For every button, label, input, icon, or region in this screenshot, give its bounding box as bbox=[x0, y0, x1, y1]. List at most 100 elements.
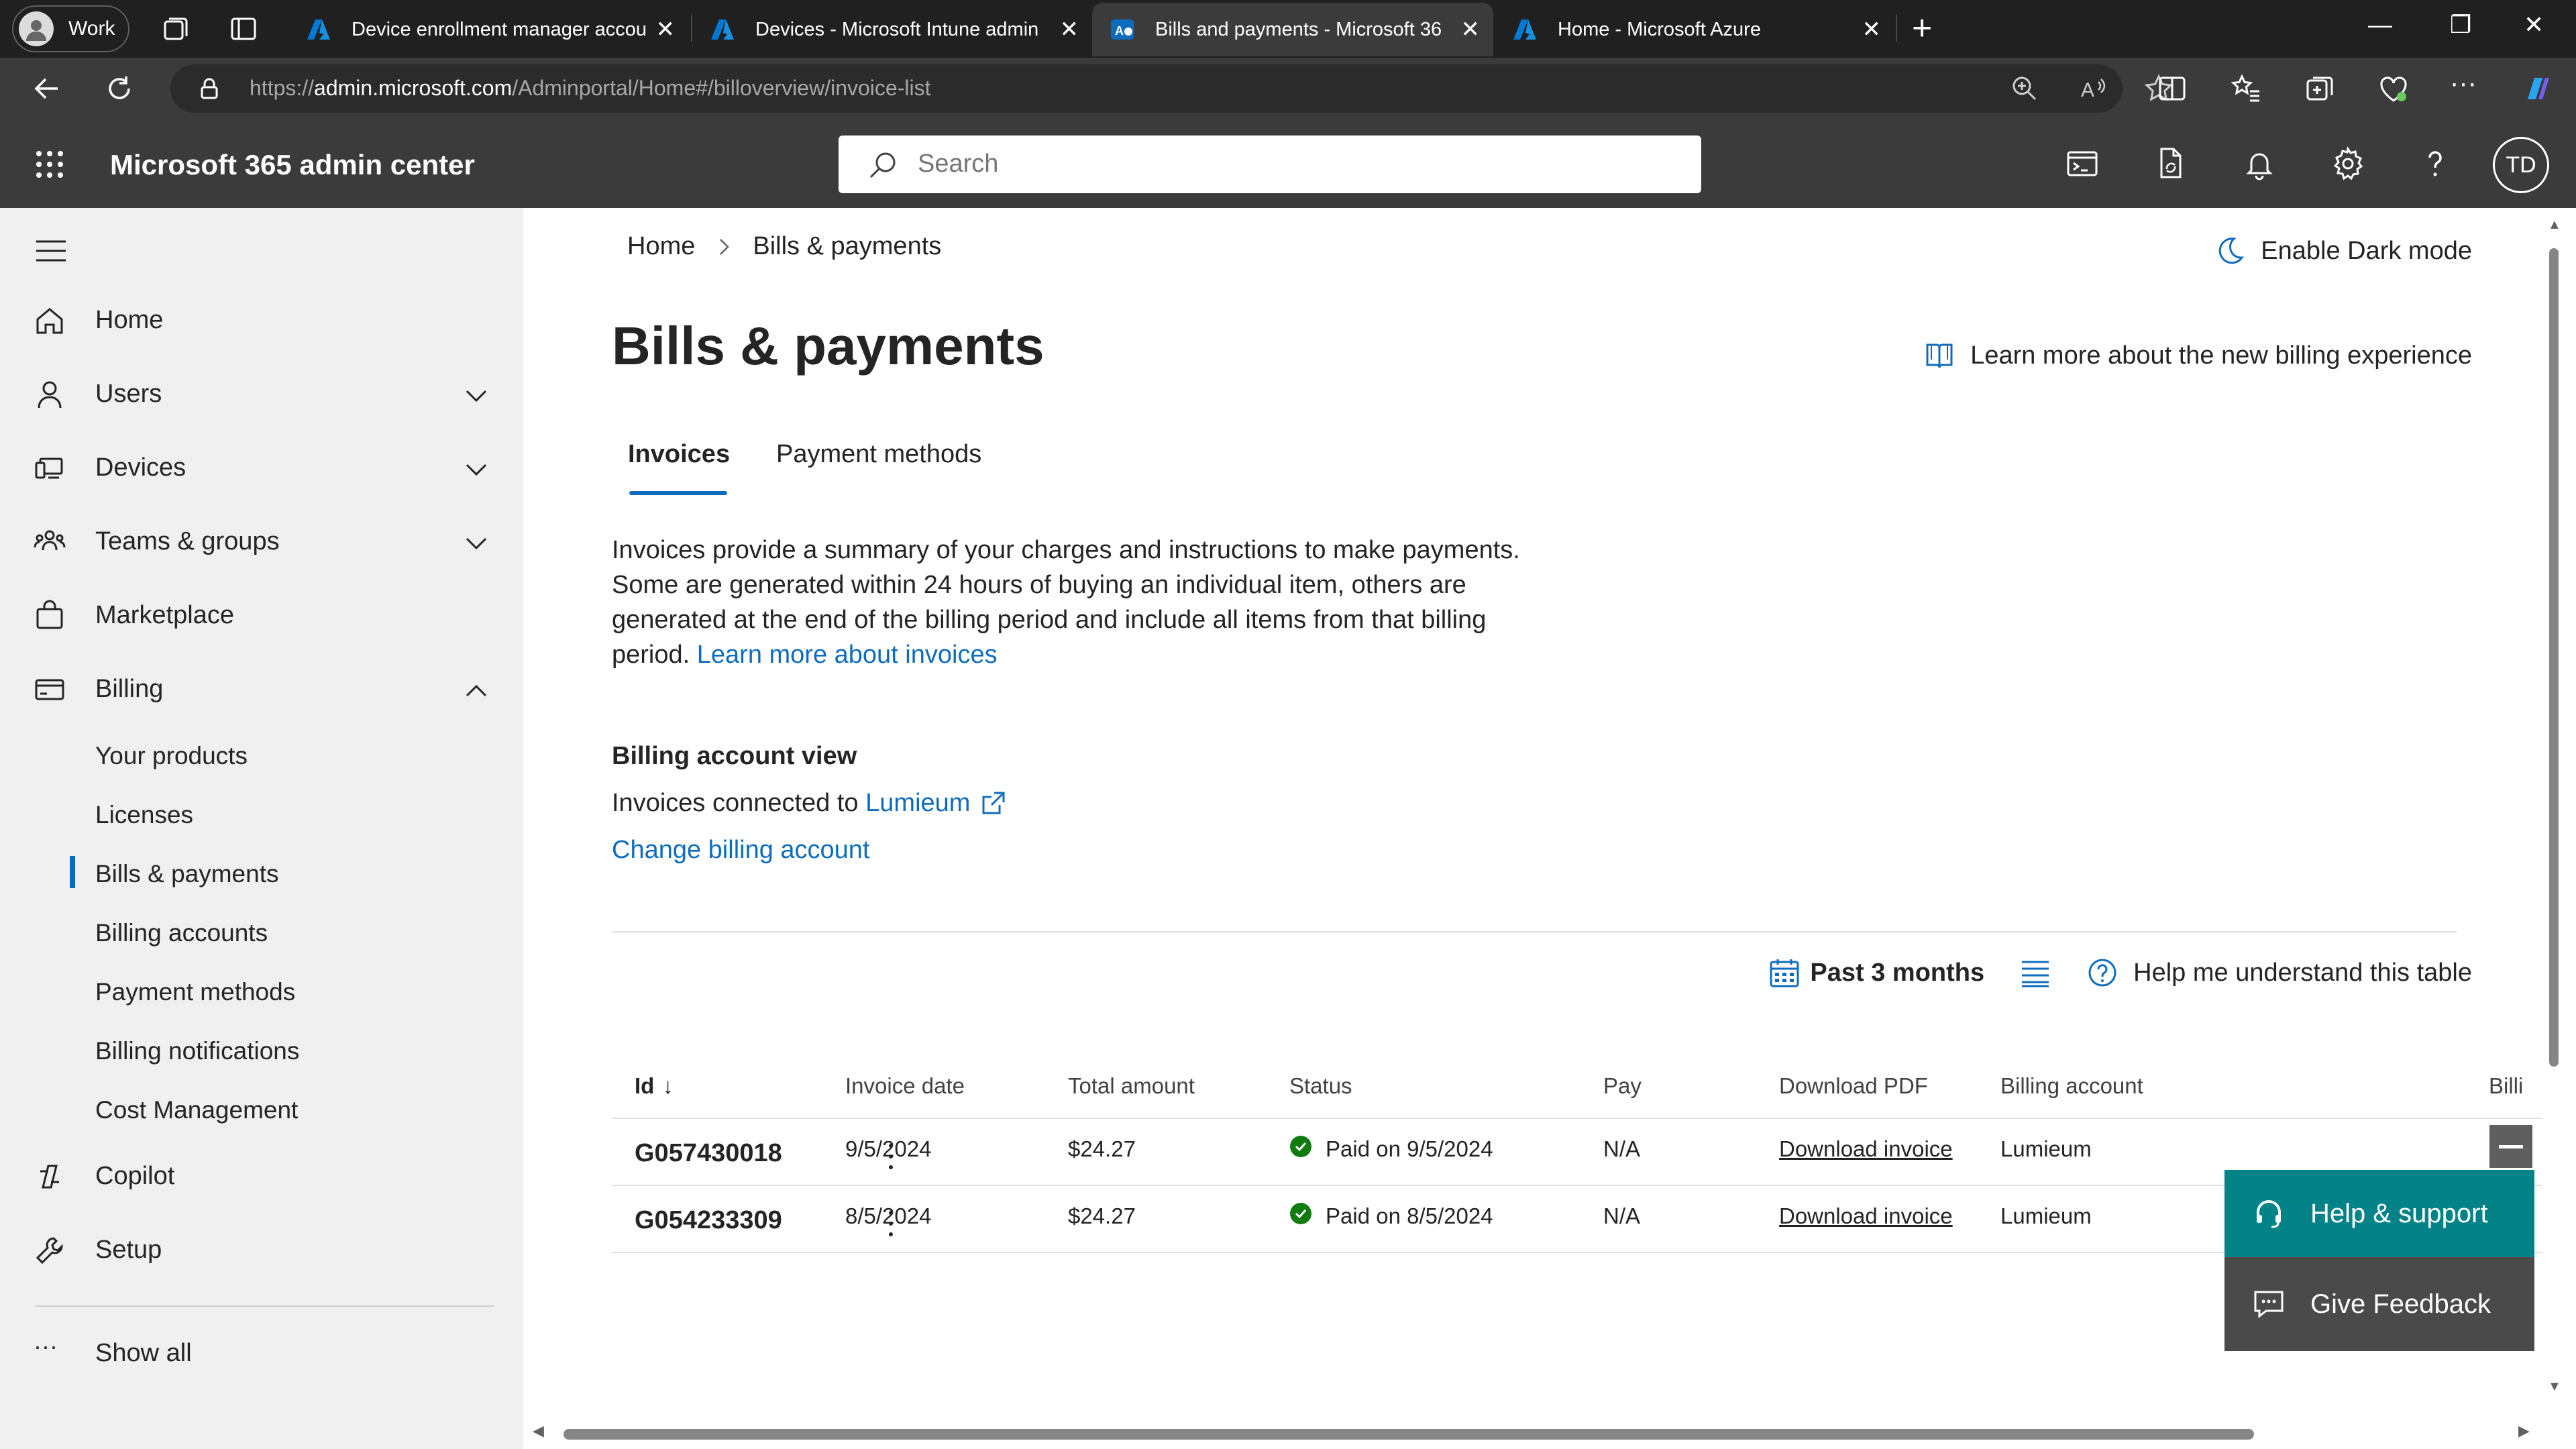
scroll-up-arrow-icon[interactable]: ▲ bbox=[2548, 217, 2561, 233]
nav-item-billing[interactable]: Billing bbox=[0, 663, 523, 716]
nav-sub-bills-payments[interactable]: Bills & payments bbox=[0, 851, 523, 898]
url-field[interactable]: https://admin.microsoft.com/Adminportal/… bbox=[170, 64, 2174, 113]
nav-sub-billing-accounts[interactable]: Billing accounts bbox=[0, 910, 523, 957]
notifications-bell-icon[interactable] bbox=[2242, 146, 2277, 181]
invoice-date: 8/5/2024 bbox=[845, 1203, 932, 1228]
nav-sub-billing-notifications[interactable]: Billing notifications bbox=[0, 1028, 523, 1075]
browser-tab-4[interactable]: Home - Microsoft Azure ✕ bbox=[1495, 3, 1894, 56]
back-icon[interactable] bbox=[30, 71, 64, 106]
vertical-scroll-thumb[interactable] bbox=[2549, 248, 2559, 1067]
breadcrumb-home[interactable]: Home bbox=[627, 232, 695, 261]
settings-gear-icon[interactable] bbox=[2330, 146, 2365, 181]
profile-button[interactable]: Work bbox=[12, 5, 129, 52]
download-invoice-link[interactable]: Download invoice bbox=[1779, 1136, 1953, 1162]
horizontal-scrollbar[interactable]: ◀ ▶ bbox=[523, 1415, 2542, 1449]
chevron-down-icon[interactable] bbox=[463, 530, 490, 557]
nav-item-users[interactable]: Users bbox=[0, 368, 523, 421]
workspaces-icon[interactable] bbox=[160, 13, 191, 44]
scroll-left-arrow-icon[interactable]: ◀ bbox=[533, 1422, 544, 1440]
help-minimize-button[interactable] bbox=[2487, 1123, 2534, 1170]
close-tab-icon[interactable]: ✕ bbox=[1461, 17, 1481, 42]
nav-item-home[interactable]: Home bbox=[0, 294, 523, 347]
nav-item-devices[interactable]: Devices bbox=[0, 441, 523, 495]
terminal-icon[interactable] bbox=[2065, 146, 2100, 181]
nav-sub-cost-management[interactable]: Cost Management bbox=[0, 1087, 523, 1134]
tab-invoices[interactable]: Invoices bbox=[628, 440, 730, 469]
learn-new-billing-link[interactable]: Learn more about the new billing experie… bbox=[1923, 339, 2472, 372]
external-link-icon[interactable] bbox=[979, 790, 1006, 817]
col-header-status[interactable]: Status bbox=[1289, 1073, 1352, 1099]
split-screen-icon[interactable] bbox=[2156, 72, 2188, 105]
col-header-invoice-date[interactable]: Invoice date bbox=[845, 1073, 965, 1099]
col-header-total-amount[interactable]: Total amount bbox=[1068, 1073, 1195, 1099]
more-options-icon[interactable]: ··· bbox=[2450, 68, 2482, 101]
restore-button[interactable]: ❐ bbox=[2450, 11, 2471, 39]
hamburger-menu-icon[interactable] bbox=[35, 237, 67, 264]
tab-payment-methods[interactable]: Payment methods bbox=[776, 440, 981, 469]
nav-show-all[interactable]: ··· Show all bbox=[0, 1327, 523, 1381]
download-invoice-link[interactable]: Download invoice bbox=[1779, 1203, 1953, 1229]
close-tab-icon[interactable]: ✕ bbox=[1862, 17, 1882, 42]
invoice-pay: N/A bbox=[1603, 1136, 1641, 1161]
copilot-icon bbox=[40, 1165, 59, 1189]
minimize-button[interactable]: — bbox=[2368, 11, 2392, 39]
nav-sub-payment-methods[interactable]: Payment methods bbox=[0, 969, 523, 1016]
lock-icon[interactable] bbox=[197, 76, 221, 101]
app-title[interactable]: Microsoft 365 admin center bbox=[110, 149, 475, 181]
billing-account-link[interactable]: Lumieum bbox=[865, 789, 970, 818]
invoice-id[interactable]: G054233309 bbox=[635, 1206, 782, 1235]
close-tab-icon[interactable]: ✕ bbox=[1060, 17, 1079, 42]
tab-actions-icon[interactable] bbox=[228, 13, 259, 44]
nav-item-teams-groups[interactable]: Teams & groups bbox=[0, 515, 523, 569]
browser-tab-1[interactable]: Device enrollment manager accou ✕ bbox=[288, 3, 688, 56]
help-support-button[interactable]: Help & support bbox=[2224, 1170, 2534, 1257]
help-understand-table[interactable]: Help me understand this table bbox=[2086, 957, 2472, 989]
change-billing-account-link[interactable]: Change billing account bbox=[612, 836, 870, 865]
col-header-billing-truncated[interactable]: Billi bbox=[2489, 1073, 2523, 1099]
invoice-amount: $24.27 bbox=[1068, 1136, 1136, 1161]
invoice-id[interactable]: G057430018 bbox=[635, 1139, 782, 1168]
browser-essentials-icon[interactable] bbox=[2377, 72, 2410, 105]
zoom-icon[interactable] bbox=[2008, 72, 2041, 105]
copilot-browser-icon[interactable] bbox=[2521, 72, 2553, 105]
new-tab-button[interactable]: + bbox=[1912, 11, 1932, 46]
chevron-up-icon[interactable] bbox=[463, 678, 490, 704]
help-question-icon[interactable] bbox=[2418, 146, 2453, 181]
nav-sub-your-products[interactable]: Your products bbox=[0, 733, 523, 780]
close-tab-icon[interactable]: ✕ bbox=[656, 17, 676, 42]
search-input[interactable] bbox=[918, 145, 1656, 182]
favorites-icon[interactable] bbox=[2230, 72, 2262, 105]
learn-more-invoices-link[interactable]: Learn more about invoices bbox=[697, 641, 998, 669]
app-launcher-icon[interactable] bbox=[35, 150, 64, 179]
horizontal-scroll-thumb[interactable] bbox=[564, 1429, 2254, 1440]
user-avatar[interactable]: TD bbox=[2493, 137, 2549, 193]
dark-mode-toggle[interactable]: Enable Dark mode bbox=[2214, 235, 2472, 267]
close-window-button[interactable]: ✕ bbox=[2524, 11, 2544, 39]
selected-tab-indicator bbox=[629, 491, 727, 495]
col-header-id[interactable]: Id ↓ bbox=[635, 1073, 674, 1099]
vertical-scrollbar[interactable]: ▲ ▼ bbox=[2542, 208, 2576, 1449]
chevron-down-icon[interactable] bbox=[463, 456, 490, 483]
nav-item-marketplace[interactable]: Marketplace bbox=[0, 589, 523, 643]
column-options-icon[interactable] bbox=[2019, 957, 2051, 989]
read-aloud-icon[interactable]: A bbox=[2078, 72, 2110, 105]
document-sync-icon[interactable] bbox=[2153, 146, 2188, 181]
nav-sub-licenses[interactable]: Licenses bbox=[0, 792, 523, 839]
chevron-right-icon bbox=[720, 238, 730, 255]
scroll-down-arrow-icon[interactable]: ▼ bbox=[2548, 1379, 2561, 1395]
search-box[interactable] bbox=[839, 136, 1701, 193]
col-header-billing-account[interactable]: Billing account bbox=[2000, 1073, 2143, 1099]
chevron-down-icon[interactable] bbox=[463, 382, 490, 409]
give-feedback-button[interactable]: Give Feedback bbox=[2224, 1257, 2534, 1351]
nav-item-setup[interactable]: Setup bbox=[0, 1224, 523, 1277]
date-range-filter[interactable]: Past 3 months bbox=[1768, 957, 1984, 989]
refresh-icon[interactable] bbox=[102, 71, 137, 106]
browser-tab-3-active[interactable]: A Bills and payments - Microsoft 36 ✕ bbox=[1092, 3, 1493, 56]
col-header-pay[interactable]: Pay bbox=[1603, 1073, 1642, 1099]
collections-icon[interactable] bbox=[2304, 72, 2336, 105]
user-icon bbox=[38, 381, 62, 409]
col-header-download-pdf[interactable]: Download PDF bbox=[1779, 1073, 1928, 1099]
scroll-right-arrow-icon[interactable]: ▶ bbox=[2518, 1422, 2530, 1440]
browser-tab-2[interactable]: Devices - Microsoft Intune admin ✕ bbox=[692, 3, 1092, 56]
nav-item-copilot[interactable]: Copilot bbox=[0, 1150, 523, 1203]
